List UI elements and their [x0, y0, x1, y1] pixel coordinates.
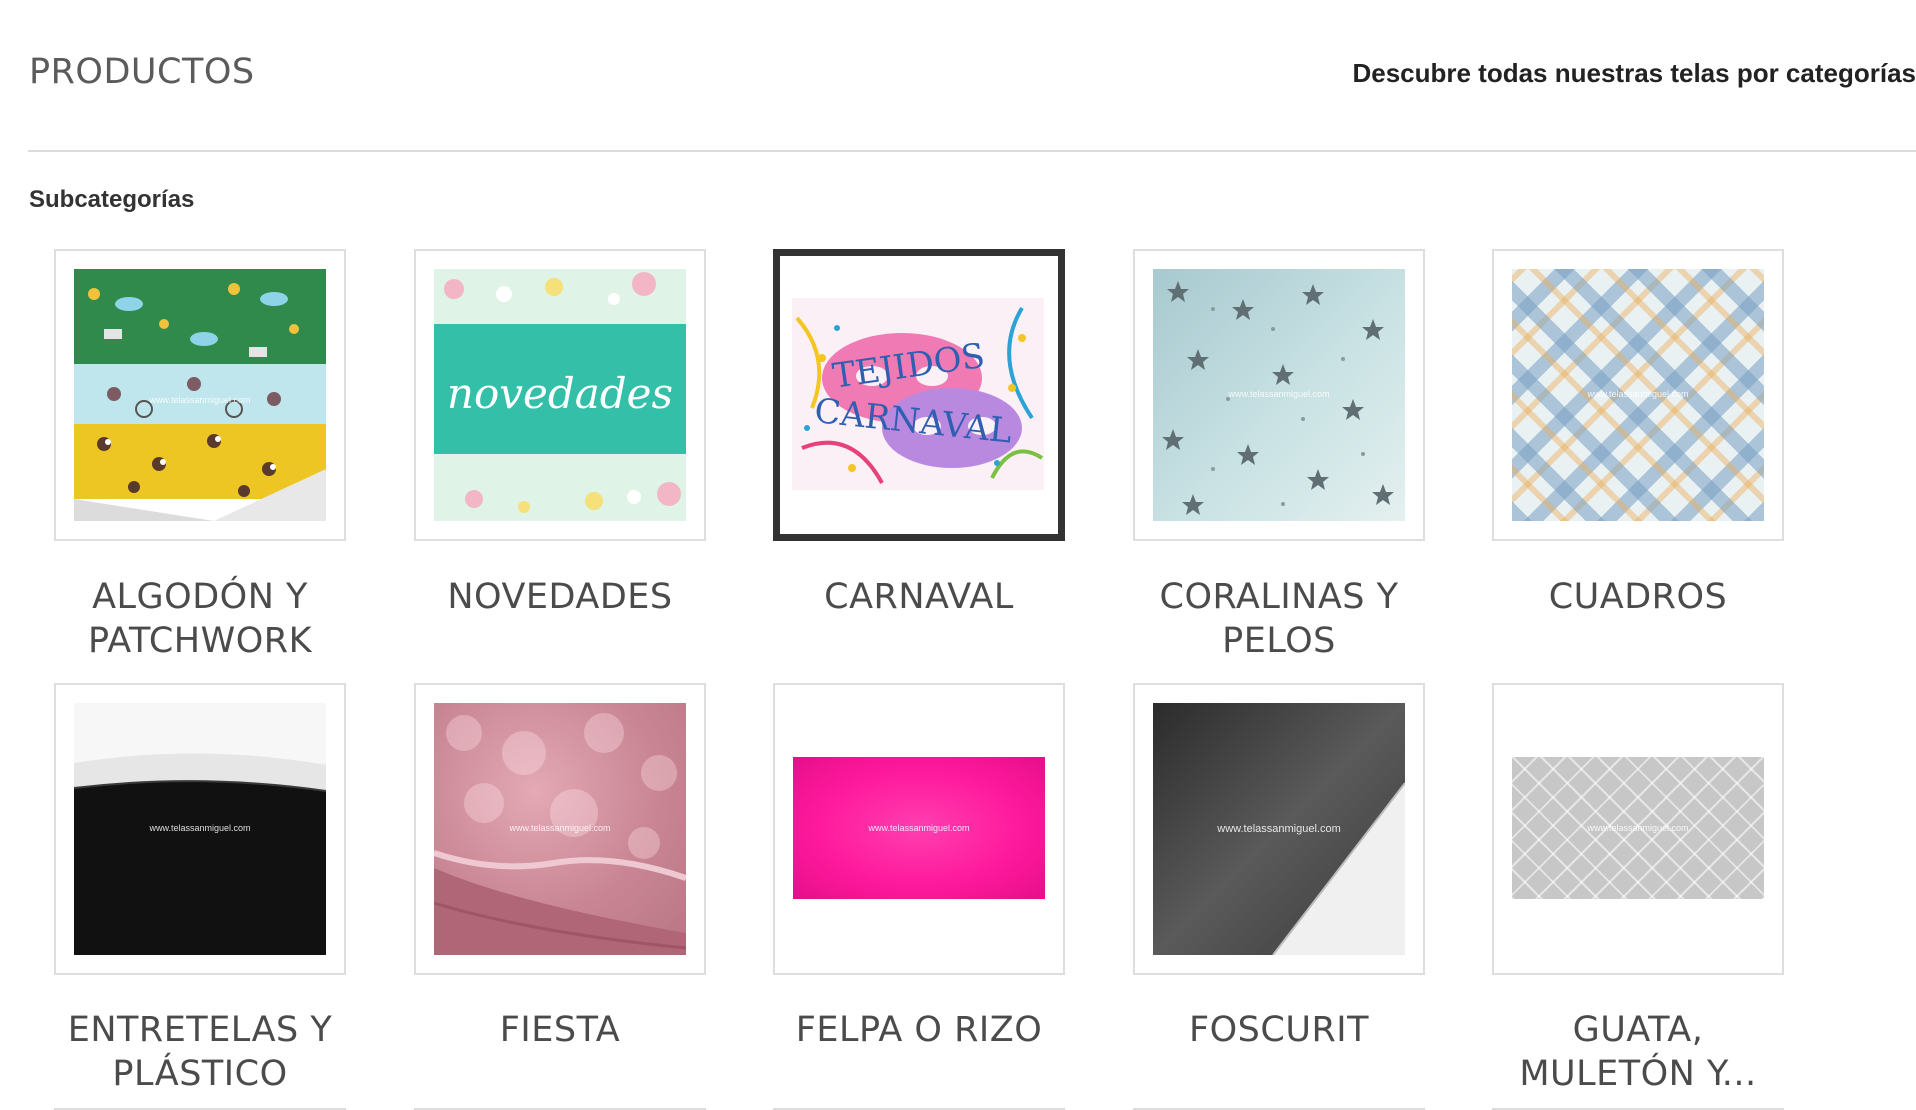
label-line: FIESTA [499, 1010, 621, 1050]
cuadros-thumbnail: www.telassanmiguel.com [1512, 269, 1764, 521]
felpa-rizo-thumbnail: www.telassanmiguel.com [793, 757, 1045, 899]
label-line: PATCHWORK [87, 621, 313, 661]
subcategory-tile-fiesta[interactable]: www.telassanmiguel.com [414, 683, 706, 975]
subcategory-tile-foscurit[interactable]: www.telassanmiguel.com [1133, 683, 1425, 975]
watermark-text: www.telassanmiguel.com [1228, 389, 1330, 399]
label-line: ENTRETELAS Y [67, 1010, 333, 1050]
label-line: CUADROS [1548, 577, 1728, 617]
novedades-thumbnail-text: novedades [446, 369, 674, 418]
entretelas-plastico-thumbnail: www.telassanmiguel.com [74, 703, 326, 955]
subcategory-tile-novedades[interactable]: novedades [414, 249, 706, 541]
label-line: CARNAVAL [824, 577, 1014, 617]
subcategory-label-fiesta[interactable]: FIESTA [395, 1008, 725, 1052]
watermark-text: www.telassanmiguel.com [149, 823, 251, 833]
label-line: GUATA, [1572, 1010, 1704, 1050]
subcategory-label-carnaval[interactable]: CARNAVAL [754, 575, 1084, 619]
subcategory-tile-guata[interactable]: www.telassanmiguel.com [1492, 683, 1784, 975]
fiesta-thumbnail: www.telassanmiguel.com [434, 703, 686, 955]
foscurit-thumbnail: www.telassanmiguel.com [1153, 703, 1405, 955]
label-line: MULETÓN Y... [1519, 1054, 1757, 1094]
watermark-text: www.telassanmiguel.com [509, 823, 611, 833]
watermark-text: www.telassanmiguel.com [1587, 389, 1689, 399]
subcategory-label-foscurit[interactable]: FOSCURIT [1114, 1008, 1444, 1052]
subcategory-tile-algodon[interactable]: www.telassanmiguel.com [54, 249, 346, 541]
coralinas-pelos-thumbnail: www.telassanmiguel.com [1153, 269, 1405, 521]
subcategory-label-entretelas[interactable]: ENTRETELAS Y PLÁSTICO [35, 1008, 365, 1096]
guata-muleton-thumbnail: www.telassanmiguel.com [1512, 757, 1764, 899]
subcategories-heading: Subcategorías [29, 186, 195, 213]
label-line: PLÁSTICO [112, 1054, 288, 1094]
label-line: PELOS [1222, 621, 1336, 661]
page-title: PRODUCTOS [29, 52, 255, 92]
subcategory-label-novedades[interactable]: NOVEDADES [395, 575, 725, 619]
label-line: FELPA O RIZO [795, 1010, 1043, 1050]
subcategory-label-algodon[interactable]: ALGODÓN Y PATCHWORK [35, 575, 365, 663]
page-tagline: Descubre todas nuestras telas por catego… [1352, 58, 1916, 88]
label-line: FOSCURIT [1189, 1010, 1369, 1050]
novedades-thumbnail: novedades [434, 269, 686, 521]
subcategory-label-guata[interactable]: GUATA, MULETÓN Y... [1473, 1008, 1803, 1096]
subcategory-tile-cuadros[interactable]: www.telassanmiguel.com [1492, 249, 1784, 541]
subcategory-tile-carnaval[interactable]: TEJIDOS CARNAVAL [773, 249, 1065, 541]
carnaval-thumbnail: TEJIDOS CARNAVAL [792, 298, 1044, 490]
watermark-text: www.telassanmiguel.com [1217, 823, 1341, 835]
subcategory-label-felpa[interactable]: FELPA O RIZO [754, 1008, 1084, 1052]
label-line: NOVEDADES [447, 577, 673, 617]
label-line: CORALINAS Y [1159, 577, 1399, 617]
subcategory-tile-entretelas[interactable]: www.telassanmiguel.com [54, 683, 346, 975]
watermark-text: www.telassanmiguel.com [149, 395, 251, 405]
subcategory-tile-coralinas[interactable]: www.telassanmiguel.com [1133, 249, 1425, 541]
algodon-patchwork-thumbnail: www.telassanmiguel.com [74, 269, 326, 521]
watermark-text: www.telassanmiguel.com [868, 823, 970, 833]
subcategory-label-coralinas[interactable]: CORALINAS Y PELOS [1114, 575, 1444, 663]
label-line: ALGODÓN Y [92, 577, 308, 617]
subcategory-label-cuadros[interactable]: CUADROS [1473, 575, 1803, 619]
watermark-text: www.telassanmiguel.com [1587, 823, 1689, 833]
subcategory-tile-felpa[interactable]: www.telassanmiguel.com [773, 683, 1065, 975]
header-divider [28, 150, 1916, 152]
